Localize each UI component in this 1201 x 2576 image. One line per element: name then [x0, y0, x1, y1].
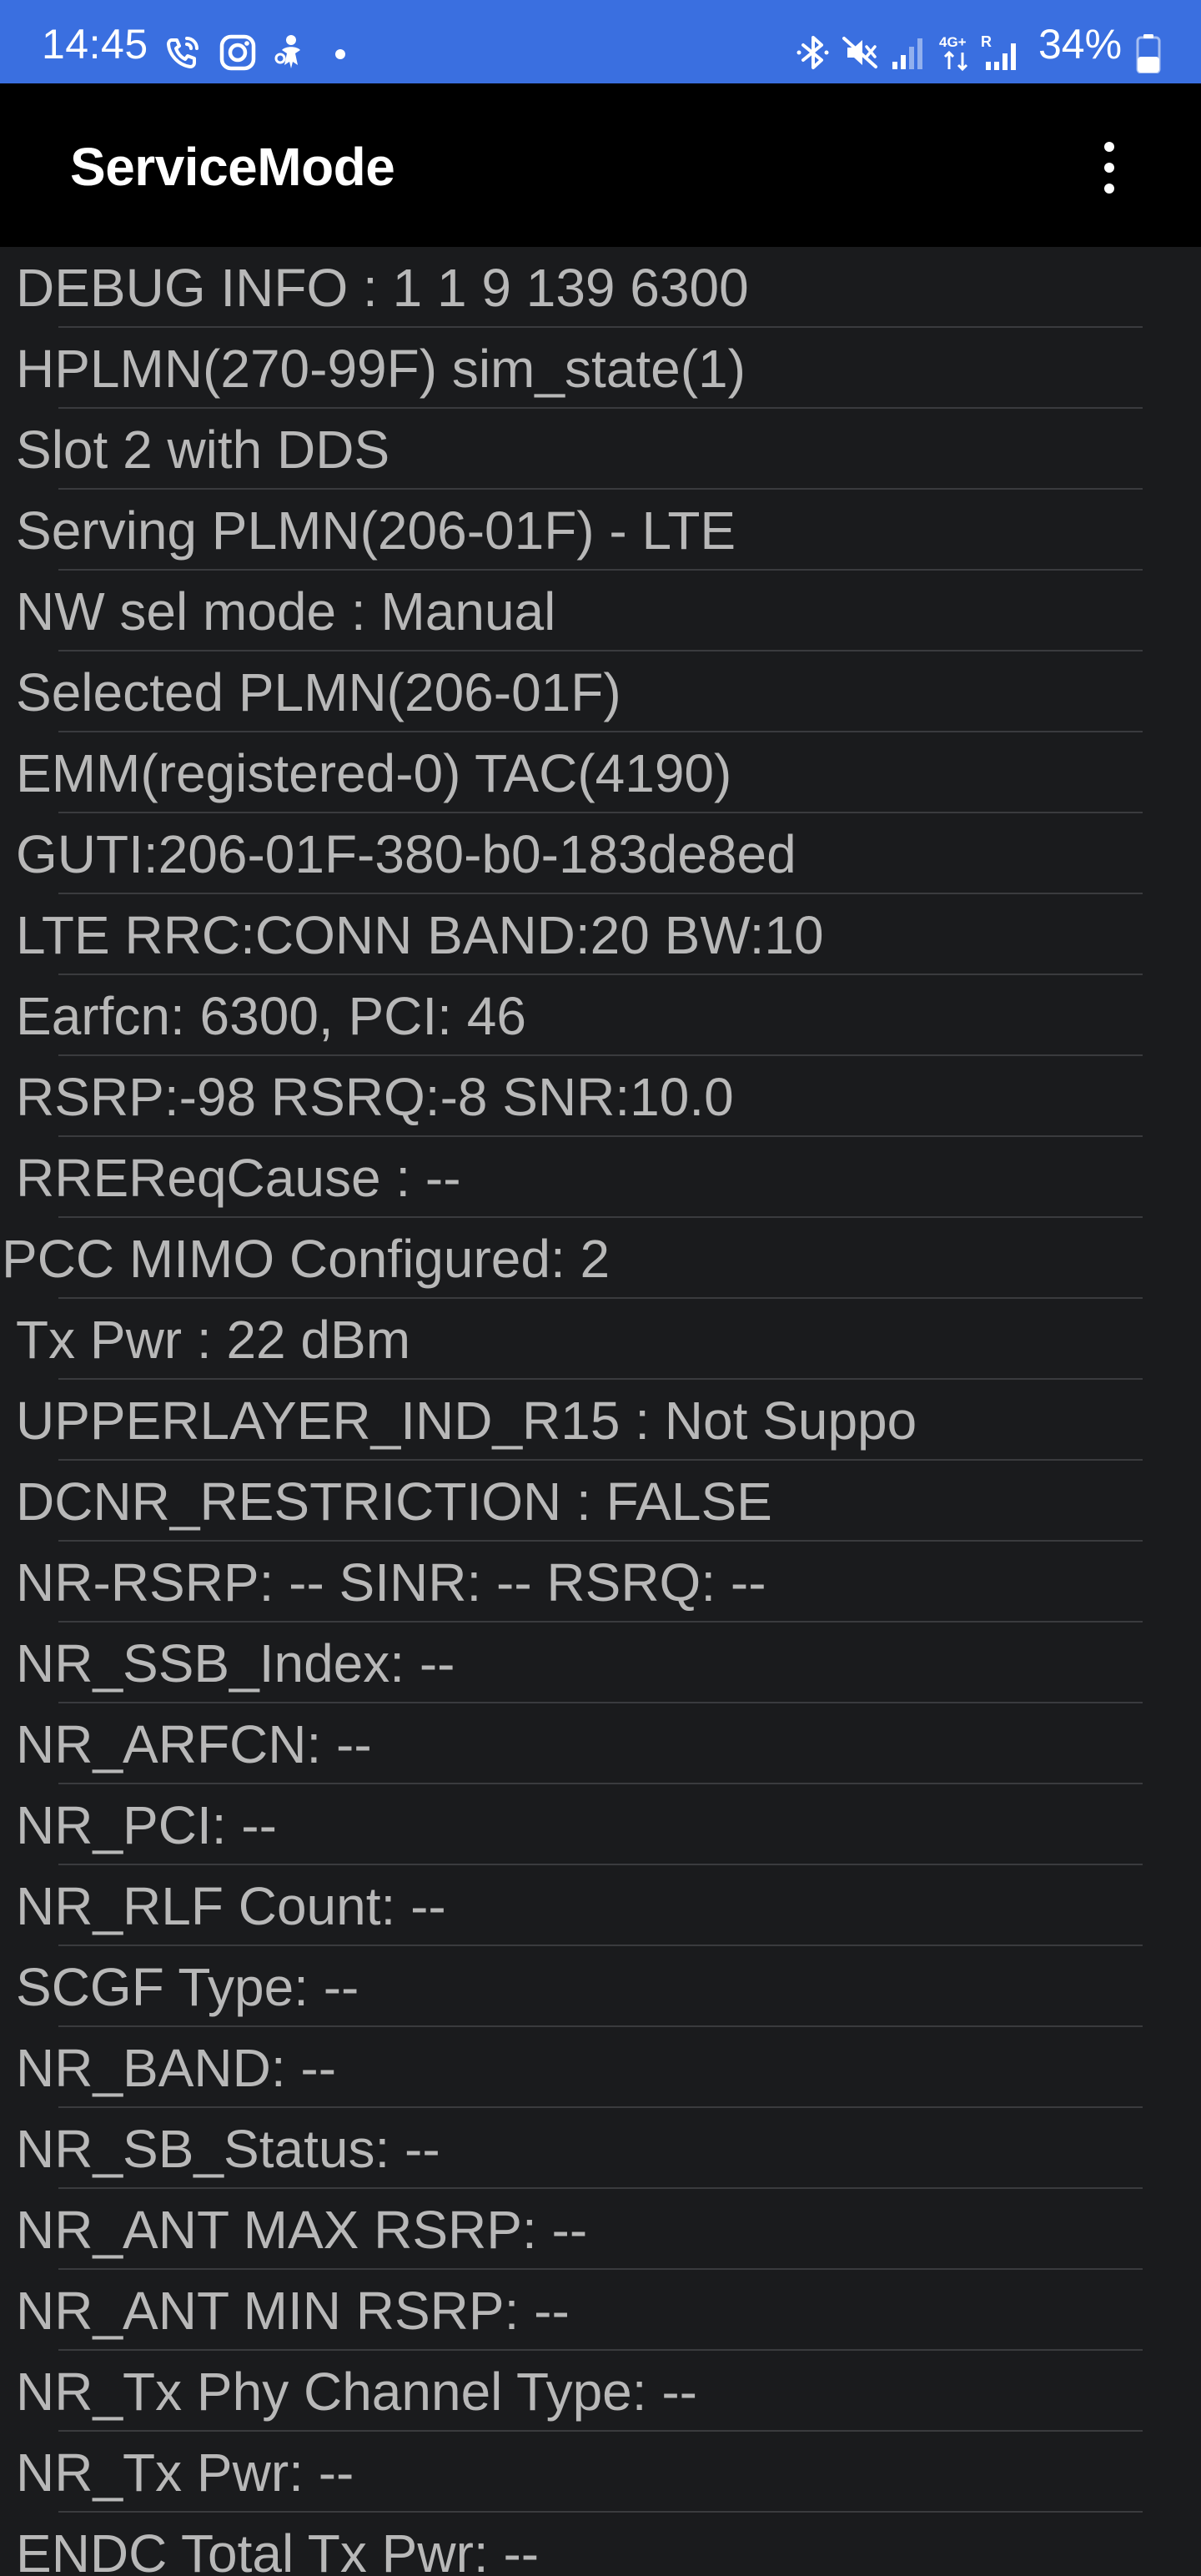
info-row[interactable]: Selected PLMN(206-01F): [0, 652, 1201, 732]
info-row-text: NR-RSRP: -- SINR: -- RSRQ: --: [16, 1552, 766, 1613]
info-row-text: NR_Tx Phy Channel Type: --: [16, 2362, 697, 2422]
info-row-text: NR_ARFCN: --: [16, 1714, 372, 1774]
info-row-text: Slot 2 with DDS: [16, 420, 390, 480]
info-row[interactable]: NR_SB_Status: --: [0, 2108, 1201, 2189]
info-row-text: LTE RRC:CONN BAND:20 BW:10: [16, 905, 824, 965]
info-row-text: NR_ANT MAX RSRP: --: [16, 2200, 588, 2260]
info-row[interactable]: SCGF Type: --: [0, 1946, 1201, 2027]
info-row-text: PCC MIMO Configured: 2: [2, 1229, 611, 1289]
app-title: ServiceMode: [70, 137, 395, 197]
mute-icon: [841, 33, 879, 77]
service-info-list[interactable]: DEBUG INFO : 1 1 9 139 6300 HPLMN(270-99F…: [0, 247, 1201, 2576]
info-row-text: Earfcn: 6300, PCI: 46: [16, 986, 526, 1046]
info-row[interactable]: NR_SSB_Index: --: [0, 1623, 1201, 1703]
info-row-text: NR_SSB_Index: --: [16, 1633, 455, 1693]
info-row[interactable]: DCNR_RESTRICTION : FALSE: [0, 1461, 1201, 1542]
info-row[interactable]: UPPERLAYER_IND_R15 : Not Suppo: [0, 1380, 1201, 1461]
info-row[interactable]: Serving PLMN(206-01F) - LTE: [0, 490, 1201, 571]
info-row-text: HPLMN(270-99F) sim_state(1): [16, 339, 746, 399]
info-row[interactable]: NR_BAND: --: [0, 2027, 1201, 2108]
info-row[interactable]: GUTI:206-01F-380-b0-183de8ed: [0, 813, 1201, 894]
info-row-text: SCGF Type: --: [16, 1957, 359, 2017]
more-vert-icon-dot: [1104, 163, 1114, 173]
info-row-text: Selected PLMN(206-01F): [16, 662, 621, 722]
info-row-text: RSRP:-98 RSRQ:-8 SNR:10.0: [16, 1067, 734, 1127]
info-row-text: NW sel mode : Manual: [16, 581, 556, 641]
info-row[interactable]: NR-RSRP: -- SINR: -- RSRQ: --: [0, 1542, 1201, 1623]
info-row-text: NR_Tx Pwr: --: [16, 2443, 354, 2503]
info-row[interactable]: NR_Tx Phy Channel Type: --: [0, 2351, 1201, 2432]
info-row[interactable]: Earfcn: 6300, PCI: 46: [0, 975, 1201, 1056]
battery-icon: [1136, 33, 1161, 77]
info-row[interactable]: NR_ARFCN: --: [0, 1703, 1201, 1784]
status-time: 14:45: [42, 21, 148, 68]
status-bar: 14:45 4G+ R 34%: [0, 0, 1201, 83]
bluetooth-icon: [796, 33, 830, 77]
battery-percent: 34%: [1038, 21, 1123, 68]
info-row-text: NR_SB_Status: --: [16, 2119, 440, 2179]
more-vert-icon: [1104, 142, 1114, 152]
info-row[interactable]: NR_RLF Count: --: [0, 1865, 1201, 1946]
more-vert-icon-dot: [1104, 184, 1114, 194]
info-row-text: EMM(registered-0) TAC(4190): [16, 743, 732, 803]
svg-text:4G+: 4G+: [939, 34, 967, 50]
threads-icon: [272, 32, 310, 75]
info-row[interactable]: EMM(registered-0) TAC(4190): [0, 732, 1201, 813]
info-row-text: NR_RLF Count: --: [16, 1876, 446, 1936]
info-row-text: Tx Pwr : 22 dBm: [16, 1310, 410, 1370]
info-row[interactable]: RSRP:-98 RSRQ:-8 SNR:10.0: [0, 1056, 1201, 1137]
info-row[interactable]: HPLMN(270-99F) sim_state(1): [0, 328, 1201, 409]
info-row-text: DCNR_RESTRICTION : FALSE: [16, 1472, 772, 1532]
info-row[interactable]: LTE RRC:CONN BAND:20 BW:10: [0, 894, 1201, 975]
more-options-button[interactable]: [1084, 130, 1134, 205]
info-row[interactable]: Slot 2 with DDS: [0, 409, 1201, 490]
info-row-text: DEBUG INFO : 1 1 9 139 6300: [16, 258, 749, 318]
info-row[interactable]: NR_ANT MAX RSRP: --: [0, 2189, 1201, 2270]
info-row-text: UPPERLAYER_IND_R15 : Not Suppo: [16, 1391, 917, 1451]
info-row[interactable]: Tx Pwr : 22 dBm: [0, 1299, 1201, 1380]
app-bar: ServiceMode: [0, 83, 1201, 247]
info-row-text: Serving PLMN(206-01F) - LTE: [16, 501, 736, 561]
info-row-text: GUTI:206-01F-380-b0-183de8ed: [16, 824, 796, 884]
info-row[interactable]: NR_ANT MIN RSRP: --: [0, 2270, 1201, 2351]
info-row-text: NR_ANT MIN RSRP: --: [16, 2281, 570, 2341]
info-row[interactable]: NR_Tx Pwr: --: [0, 2432, 1201, 2513]
roaming-signal-icon: R: [981, 32, 1023, 75]
info-row-text: NR_PCI: --: [16, 1795, 277, 1855]
info-row[interactable]: NW sel mode : Manual: [0, 571, 1201, 652]
info-row[interactable]: PCC MIMO Configured: 2: [0, 1218, 1201, 1299]
info-row[interactable]: ENDC Total Tx Pwr: --: [0, 2513, 1201, 2576]
info-row[interactable]: RREReqCause : --: [0, 1137, 1201, 1218]
info-row-text: RREReqCause : --: [16, 1148, 461, 1208]
4g-plus-data-icon: 4G+: [937, 32, 976, 75]
info-row[interactable]: NR_PCI: --: [0, 1784, 1201, 1865]
svg-text:R: R: [981, 33, 992, 50]
signal-icon: [891, 35, 924, 78]
info-row-text: ENDC Total Tx Pwr: --: [16, 2523, 540, 2576]
info-row[interactable]: DEBUG INFO : 1 1 9 139 6300: [0, 247, 1201, 328]
info-row-text: NR_BAND: --: [16, 2038, 337, 2098]
instagram-icon: [219, 33, 257, 77]
wifi-calling-icon: [163, 33, 202, 77]
